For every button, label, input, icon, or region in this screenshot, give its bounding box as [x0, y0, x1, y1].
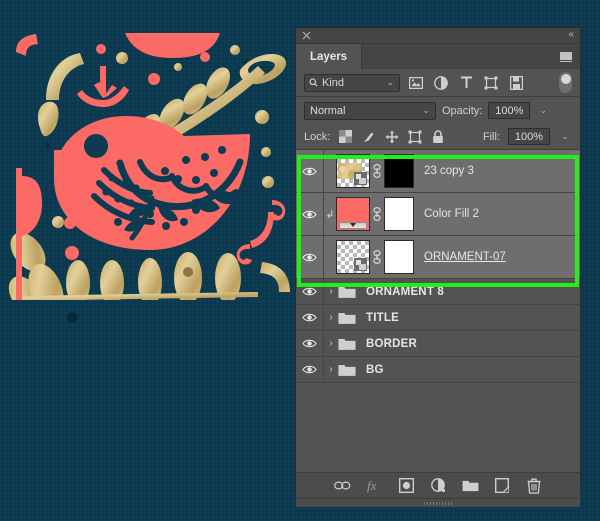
layers-panel-toolbar: fx [296, 472, 580, 498]
chevron-right-icon[interactable]: › [324, 312, 338, 323]
layer-visibility-toggle[interactable] [296, 193, 324, 235]
panel-tab-bar: Layers [296, 44, 580, 69]
layer-name[interactable]: ORNAMENT-07 [424, 251, 506, 263]
blend-mode-value: Normal [310, 104, 346, 117]
layers-panel: « Layers Kind ⌄ Normal ⌄ Opacity: 100% ⌄… [296, 28, 580, 507]
svg-text:fx: fx [367, 478, 377, 493]
table-row[interactable]: ORNAMENT-07 [296, 236, 580, 279]
filter-smart-object-icon[interactable] [507, 74, 525, 92]
chevron-right-icon[interactable]: › [324, 338, 338, 349]
chevron-down-icon: ⌄ [386, 77, 394, 87]
layer-style-fx-button[interactable]: fx [366, 477, 383, 494]
lock-label: Lock: [304, 130, 331, 143]
link-icon[interactable] [370, 207, 384, 221]
double-chevron-left-icon[interactable]: « [568, 30, 573, 40]
layers-list-empty-area [296, 383, 580, 472]
link-layers-button[interactable] [333, 477, 351, 494]
add-layer-mask-button[interactable] [398, 477, 415, 494]
solid-color-thumbnail[interactable] [336, 197, 370, 231]
list-item[interactable]: › ORNAMENT 8 [296, 279, 580, 305]
opacity-input[interactable]: 100% [488, 102, 531, 119]
new-group-button[interactable] [462, 477, 479, 494]
filter-pixel-icon[interactable] [407, 74, 425, 92]
fill-input[interactable]: 100% [508, 128, 550, 145]
layer-filter-row: Kind ⌄ [296, 69, 580, 97]
link-icon[interactable] [370, 164, 384, 178]
new-adjustment-layer-button[interactable] [430, 477, 447, 494]
group-visibility-toggle[interactable] [296, 331, 324, 356]
list-item[interactable]: › TITLE [296, 305, 580, 331]
group-visibility-toggle[interactable] [296, 357, 324, 382]
group-name[interactable]: BORDER [366, 338, 417, 350]
eye-icon [302, 339, 317, 348]
folder-icon [338, 286, 356, 298]
chevron-down-icon: ⌄ [422, 105, 430, 115]
lock-image-pixels-icon[interactable] [361, 129, 376, 144]
group-visibility-toggle[interactable] [296, 305, 324, 330]
eye-icon [302, 313, 317, 322]
layer-name[interactable]: Color Fill 2 [424, 208, 479, 220]
search-icon [309, 78, 318, 87]
folder-icon [338, 312, 356, 324]
eye-icon [302, 365, 317, 374]
tab-layers[interactable]: Layers [296, 44, 363, 69]
group-visibility-toggle[interactable] [296, 279, 324, 304]
clipping-mask-arrow-icon: ↲ [325, 208, 335, 221]
opacity-label: Opacity: [442, 104, 483, 117]
filter-type-icon[interactable] [457, 74, 475, 92]
filter-kind-label: Kind [322, 76, 345, 89]
chevron-right-icon[interactable]: › [324, 286, 338, 297]
lock-all-icon[interactable] [430, 129, 445, 144]
group-name[interactable]: ORNAMENT 8 [366, 286, 444, 298]
layer-mask-thumbnail[interactable] [384, 197, 414, 231]
fill-stepper[interactable]: ⌄ [558, 128, 572, 145]
filter-enable-toggle[interactable] [559, 72, 572, 93]
layer-visibility-toggle[interactable] [296, 236, 324, 278]
eye-icon [302, 287, 317, 296]
layer-name[interactable]: 23 copy 3 [424, 165, 474, 177]
layer-mask-thumbnail[interactable] [384, 154, 414, 188]
layer-mask-thumbnail[interactable] [384, 240, 414, 274]
filter-shape-icon[interactable] [482, 74, 500, 92]
lock-row: Lock: Fill: 100% ⌄ [296, 124, 580, 150]
group-name[interactable]: TITLE [366, 312, 399, 324]
eye-icon [302, 253, 317, 261]
blend-mode-row: Normal ⌄ Opacity: 100% ⌄ [296, 97, 580, 124]
layers-list: 23 copy 3 ↲ Color Fill 2 ORNAMENT-07 › O… [296, 150, 580, 472]
eye-icon [302, 210, 317, 218]
list-item[interactable]: › BG [296, 357, 580, 383]
blend-mode-select[interactable]: Normal ⌄ [304, 101, 436, 120]
lock-transparent-pixels-icon[interactable] [338, 129, 353, 144]
delete-layer-button[interactable] [526, 477, 543, 494]
panel-menu-icon[interactable] [560, 52, 572, 62]
panel-resize-grip[interactable] [296, 498, 580, 507]
folk-bird-illustration [8, 33, 290, 300]
opacity-stepper[interactable]: ⌄ [536, 102, 551, 119]
panel-top-strip: « [296, 28, 580, 44]
chevron-right-icon[interactable]: › [324, 364, 338, 375]
folder-icon [338, 338, 356, 350]
layer-thumbnail[interactable] [336, 240, 370, 274]
table-row[interactable]: ↲ Color Fill 2 [296, 193, 580, 236]
eye-icon [302, 167, 317, 175]
lock-artboard-nesting-icon[interactable] [407, 129, 422, 144]
fill-label: Fill: [482, 130, 500, 143]
close-icon[interactable] [302, 31, 311, 40]
list-item[interactable]: › BORDER [296, 331, 580, 357]
table-row[interactable]: 23 copy 3 [296, 150, 580, 193]
link-icon[interactable] [370, 250, 384, 264]
tab-layers-label: Layers [310, 50, 348, 63]
filter-adjustment-icon[interactable] [432, 74, 450, 92]
group-name[interactable]: BG [366, 364, 384, 376]
folder-icon [338, 364, 356, 376]
layer-thumbnail[interactable] [336, 154, 370, 188]
lock-position-icon[interactable] [384, 129, 399, 144]
filter-kind-select[interactable]: Kind ⌄ [304, 73, 400, 92]
layer-visibility-toggle[interactable] [296, 150, 324, 192]
new-layer-button[interactable] [494, 477, 511, 494]
